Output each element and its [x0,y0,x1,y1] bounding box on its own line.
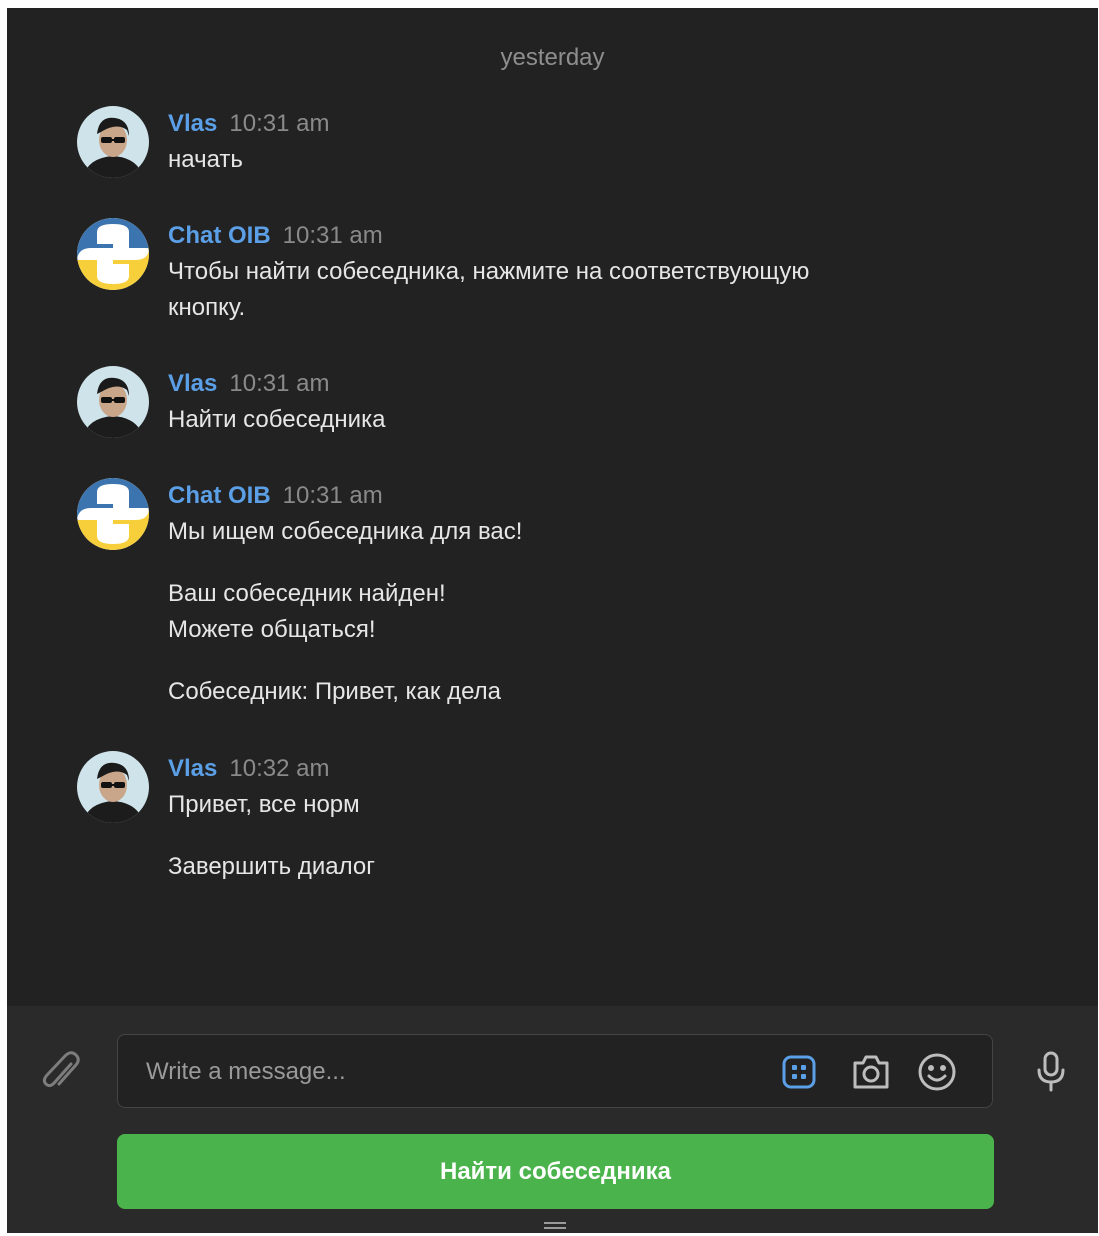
message-input-box [117,1034,993,1109]
message-text: Завершить диалог [168,853,375,880]
user-photo-avatar[interactable] [77,751,149,823]
chat-window: yesterday Vlas 10:31 am начать Chat OIB … [7,8,1098,1233]
camera-icon[interactable] [850,1051,892,1093]
message-text: Ваш собеседник найден! [168,580,446,607]
paperclip-icon[interactable] [39,1050,83,1094]
keyboard-handle-icon[interactable] [544,1218,566,1229]
message-time: 10:31 am [282,482,383,509]
microphone-icon[interactable] [1029,1048,1073,1096]
message-text: кнопку. [168,294,246,321]
message-time: 10:31 am [229,110,330,137]
message-author[interactable]: Vlas [168,110,217,137]
date-separator: yesterday [500,44,605,71]
python-logo-avatar[interactable] [77,478,149,550]
message-input[interactable] [144,1035,748,1109]
find-partner-button[interactable]: Найти собеседника [117,1134,994,1209]
message-time: 10:32 am [229,755,330,782]
message-text: начать [168,146,243,173]
message-text: Мы ищем собеседника для вас! [168,518,523,545]
user-photo-avatar[interactable] [77,106,149,178]
message-author[interactable]: Chat OIB [168,482,271,509]
bot-keyboard-icon[interactable] [780,1053,818,1091]
message-text: Можете общаться! [168,616,376,643]
message-text: Собеседник: Привет, как дела [168,678,501,705]
message-time: 10:31 am [229,370,330,397]
message-author[interactable]: Vlas [168,755,217,782]
user-photo-avatar[interactable] [77,366,149,438]
message-text: Привет, все норм [168,791,360,818]
python-logo-avatar[interactable] [77,218,149,290]
message-time: 10:31 am [282,222,383,249]
message-text: Найти собеседника [168,406,386,433]
message-author[interactable]: Vlas [168,370,217,397]
emoji-icon[interactable] [916,1051,958,1093]
message-author[interactable]: Chat OIB [168,222,271,249]
message-text: Чтобы найти собеседника, нажмите на соот… [168,258,810,285]
